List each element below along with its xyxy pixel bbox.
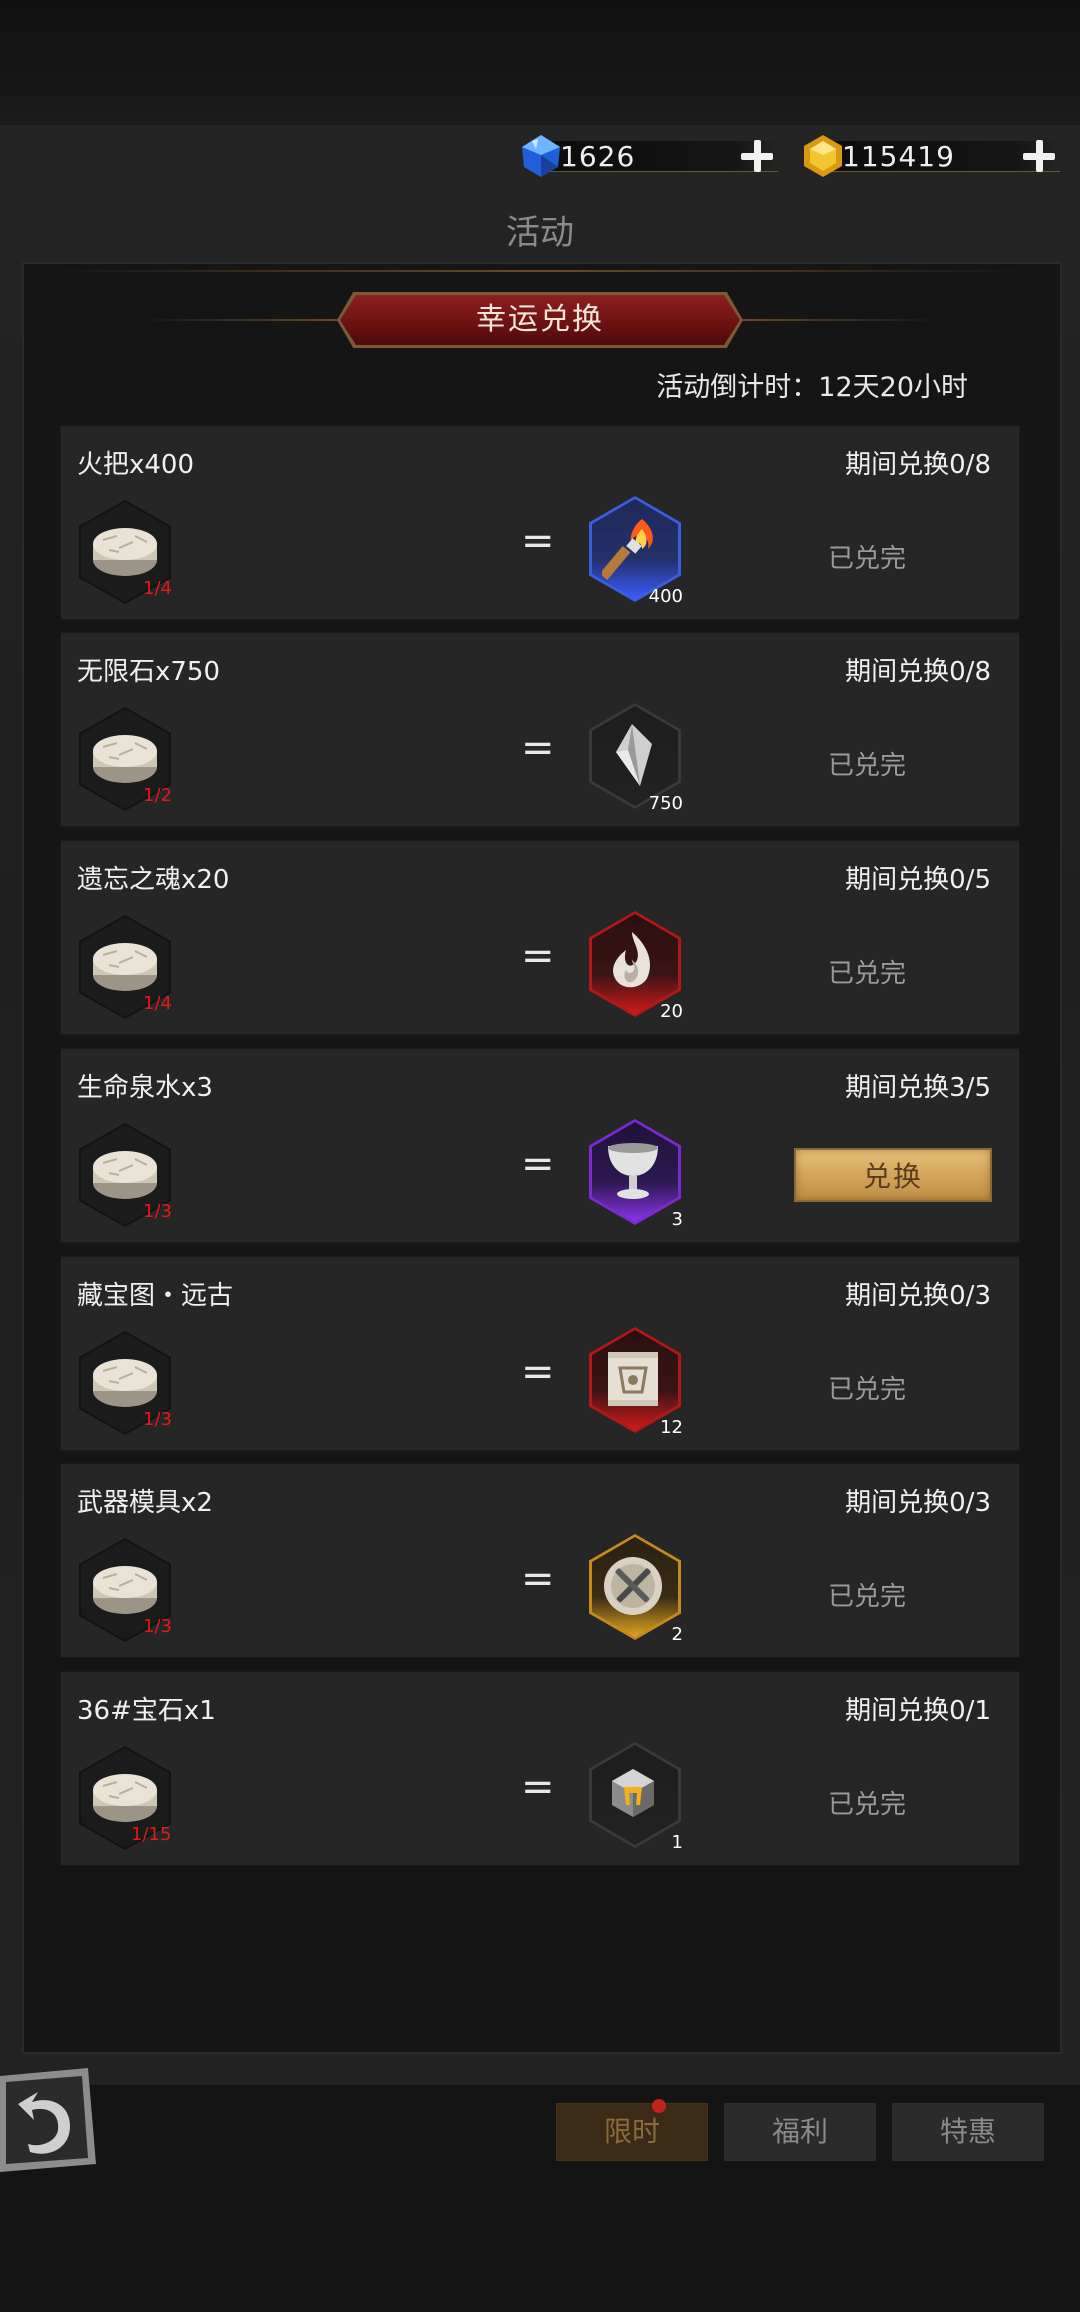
banner-title: 幸运兑换 xyxy=(476,302,604,337)
stone-token-icon xyxy=(93,1151,157,1199)
cost-count: 1/3 xyxy=(143,1409,172,1430)
exchange-limit: 期间兑换0/8 xyxy=(845,450,991,480)
banner-line-right xyxy=(740,319,940,321)
equals-sign: = xyxy=(521,933,555,979)
cost-count: 1/15 xyxy=(131,1824,172,1845)
sold-out-label: 已兑完 xyxy=(827,1582,906,1612)
equals-sign: = xyxy=(521,518,555,564)
exchange-card: 遗忘之魂x20 期间兑换0/5 1/4 = 20 已兑完 xyxy=(60,840,1020,1035)
cost-count: 1/4 xyxy=(143,578,172,599)
sold-out-label: 已兑完 xyxy=(827,544,906,574)
exchange-limit: 期间兑换0/3 xyxy=(845,1281,991,1311)
reward-quantity: 1 xyxy=(671,1832,683,1853)
stone-token-icon xyxy=(93,943,157,991)
reward-name: 藏宝图・远古 xyxy=(77,1281,234,1311)
diamond-currency: 1626 xyxy=(518,133,778,179)
notification-dot xyxy=(652,2099,666,2113)
event-countdown: 活动倒计时：12天20小时 xyxy=(656,372,968,403)
gold-gem-icon xyxy=(804,135,842,177)
equals-sign: = xyxy=(521,1556,555,1602)
tab-welfare[interactable]: 福利 xyxy=(724,2103,876,2161)
gold-currency: 115419 xyxy=(800,133,1060,179)
equals-sign: = xyxy=(521,725,555,771)
exchange-card: 武器模具x2 期间兑换0/3 1/3 = 2 已兑完 xyxy=(60,1463,1020,1658)
equals-sign: = xyxy=(521,1141,555,1187)
tab-special[interactable]: 特惠 xyxy=(892,2103,1044,2161)
stone-token-icon xyxy=(93,735,157,783)
cost-count: 1/3 xyxy=(143,1616,172,1637)
reward-name: 生命泉水x3 xyxy=(77,1073,213,1103)
exchange-limit: 期间兑换3/5 xyxy=(845,1073,991,1103)
equals-sign: = xyxy=(521,1349,555,1395)
stone-token-icon xyxy=(93,528,157,576)
sold-out-label: 已兑完 xyxy=(827,1790,906,1820)
sold-out-label: 已兑完 xyxy=(827,1375,906,1405)
stone-token-icon xyxy=(93,1774,157,1822)
sold-out-label: 已兑完 xyxy=(827,959,906,989)
exchange-button[interactable]: 兑换 xyxy=(794,1148,992,1202)
exchange-limit: 期间兑换0/3 xyxy=(845,1488,991,1518)
add-gold-button[interactable] xyxy=(1020,137,1058,175)
reward-quantity: 750 xyxy=(648,793,683,814)
reward-name: 36#宝石x1 xyxy=(77,1696,216,1726)
reward-name: 武器模具x2 xyxy=(77,1488,213,1518)
exchange-card: 无限石x750 期间兑换0/8 1/2 = 750 已兑完 xyxy=(60,632,1020,827)
add-diamond-button[interactable] xyxy=(738,137,776,175)
exchange-limit: 期间兑换0/5 xyxy=(845,865,991,895)
panel-divider xyxy=(50,270,1030,272)
stone-token-icon xyxy=(93,1566,157,1614)
exchange-card: 火把x400 期间兑换0/8 1/4 = 400 已兑完 xyxy=(60,425,1020,620)
reward-quantity: 3 xyxy=(671,1209,683,1230)
page-title: 活动 xyxy=(506,213,574,253)
reward-name: 遗忘之魂x20 xyxy=(77,865,230,895)
event-banner: 幸运兑换 xyxy=(337,292,743,348)
stone-token-icon xyxy=(93,1359,157,1407)
banner-line-left xyxy=(140,319,340,321)
sold-out-label: 已兑完 xyxy=(827,751,906,781)
exchange-card: 生命泉水x3 期间兑换3/5 1/3 = 3 兑换 xyxy=(60,1048,1020,1243)
exchange-limit: 期间兑换0/1 xyxy=(845,1696,991,1726)
cost-count: 1/4 xyxy=(143,993,172,1014)
exchange-limit: 期间兑换0/8 xyxy=(845,657,991,687)
exchange-card: 藏宝图・远古 期间兑换0/3 1/3 = 12 已兑完 xyxy=(60,1256,1020,1451)
cost-count: 1/2 xyxy=(143,785,172,806)
blue-diamond-icon xyxy=(522,135,560,177)
cost-count: 1/3 xyxy=(143,1201,172,1222)
gold-value: 115419 xyxy=(842,140,955,173)
reward-quantity: 20 xyxy=(660,1001,683,1022)
tab-limited[interactable]: 限时 xyxy=(556,2103,708,2161)
exchange-card: 36#宝石x1 期间兑换0/1 1/15 = 1 已兑完 xyxy=(60,1671,1020,1866)
back-arrow-icon[interactable] xyxy=(0,2068,96,2172)
diamond-value: 1626 xyxy=(560,140,636,173)
reward-quantity: 400 xyxy=(648,586,683,607)
reward-name: 火把x400 xyxy=(77,450,195,480)
reward-quantity: 2 xyxy=(671,1624,683,1645)
reward-quantity: 12 xyxy=(660,1417,683,1438)
reward-name: 无限石x750 xyxy=(77,657,221,687)
top-header-background xyxy=(0,0,1080,125)
equals-sign: = xyxy=(521,1764,555,1810)
